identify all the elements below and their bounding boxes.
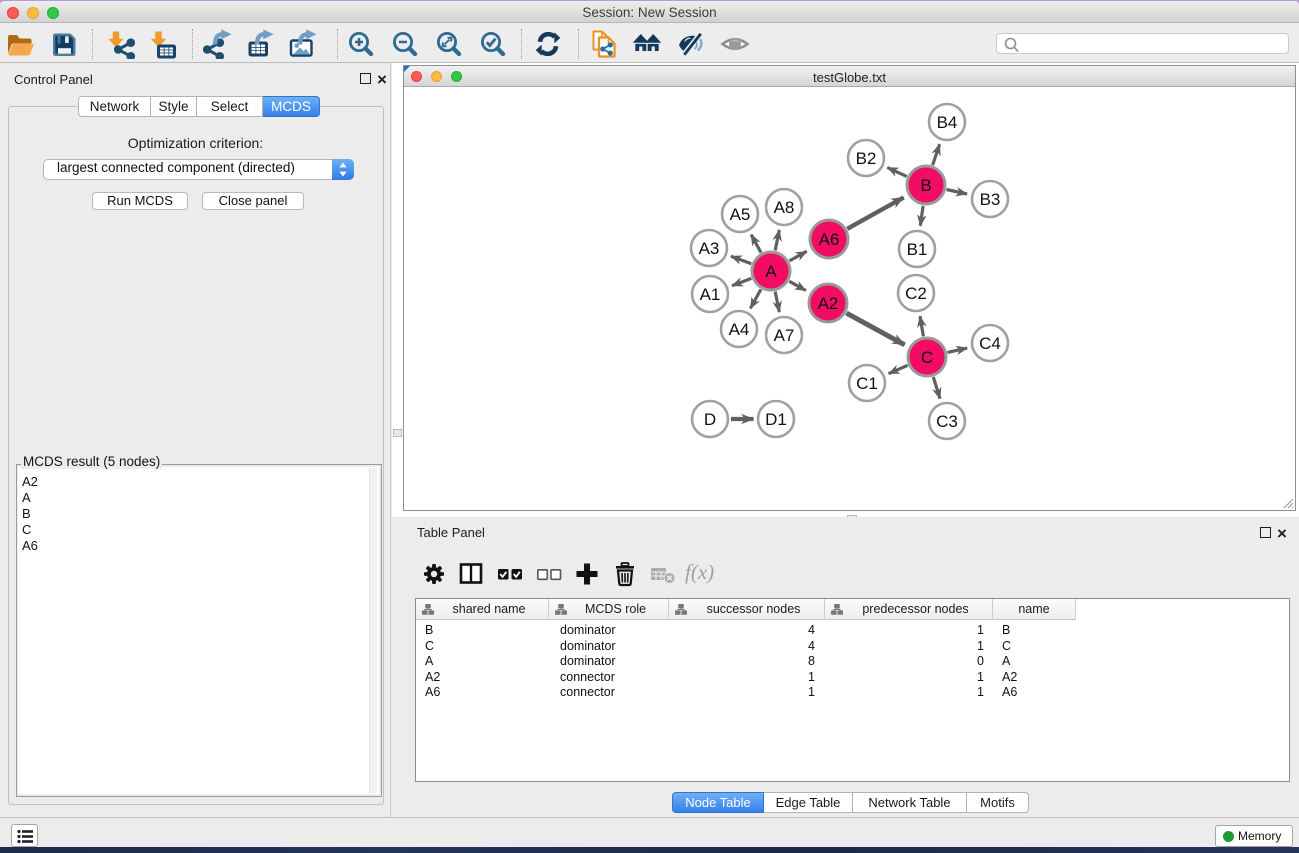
svg-text:C1: C1	[856, 374, 878, 393]
svg-text:A5: A5	[730, 205, 751, 224]
svg-text:B2: B2	[856, 149, 877, 168]
svg-text:A2: A2	[818, 294, 839, 313]
svg-text:D: D	[704, 410, 716, 429]
svg-text:A: A	[765, 262, 777, 281]
svg-text:C2: C2	[905, 284, 927, 303]
svg-text:C: C	[921, 348, 933, 367]
svg-text:D1: D1	[765, 410, 787, 429]
svg-text:A1: A1	[700, 285, 721, 304]
svg-text:A3: A3	[699, 239, 720, 258]
svg-text:A4: A4	[729, 320, 750, 339]
svg-text:A8: A8	[774, 198, 795, 217]
svg-text:A7: A7	[774, 326, 795, 345]
svg-text:A6: A6	[819, 230, 840, 249]
svg-text:B: B	[920, 176, 931, 195]
svg-text:C3: C3	[936, 412, 958, 431]
svg-text:B4: B4	[937, 113, 958, 132]
svg-text:C4: C4	[979, 334, 1001, 353]
svg-text:B3: B3	[980, 190, 1001, 209]
svg-text:B1: B1	[907, 240, 928, 259]
